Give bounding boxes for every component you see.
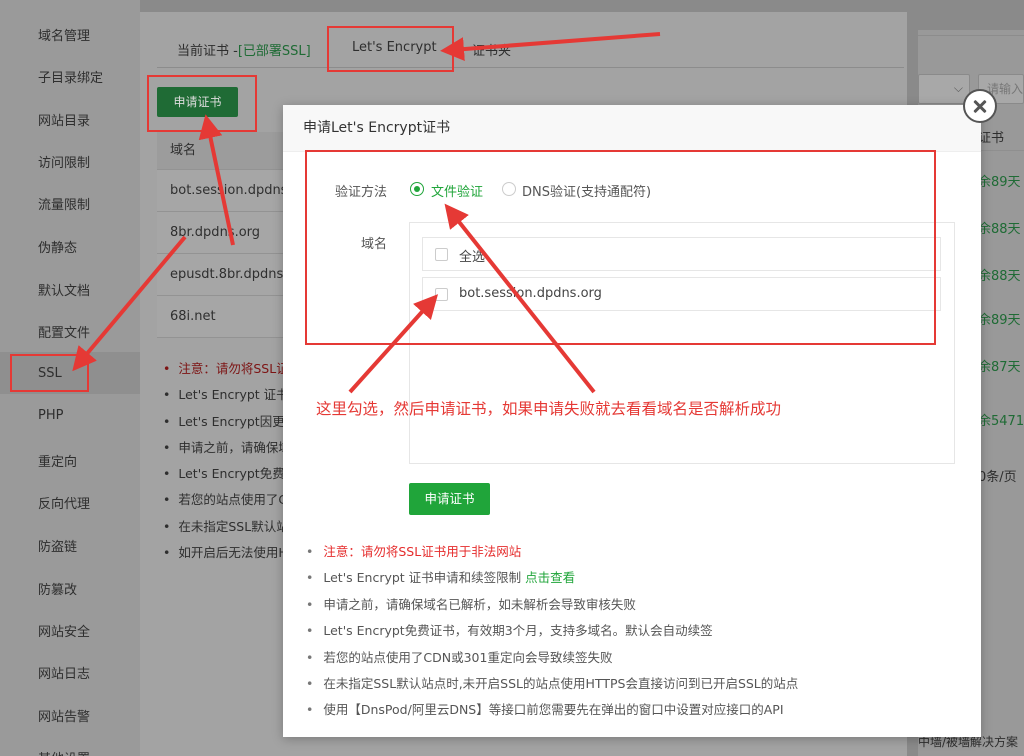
arrow-to-apply-button [198, 114, 235, 246]
annotation-arrows [72, 32, 661, 394]
arrow-to-file-verify [444, 203, 596, 394]
arrow-to-ssl [72, 235, 187, 372]
arrow-to-domain-checkbox [348, 294, 439, 394]
arrow-to-letsencrypt-tab [440, 32, 661, 62]
